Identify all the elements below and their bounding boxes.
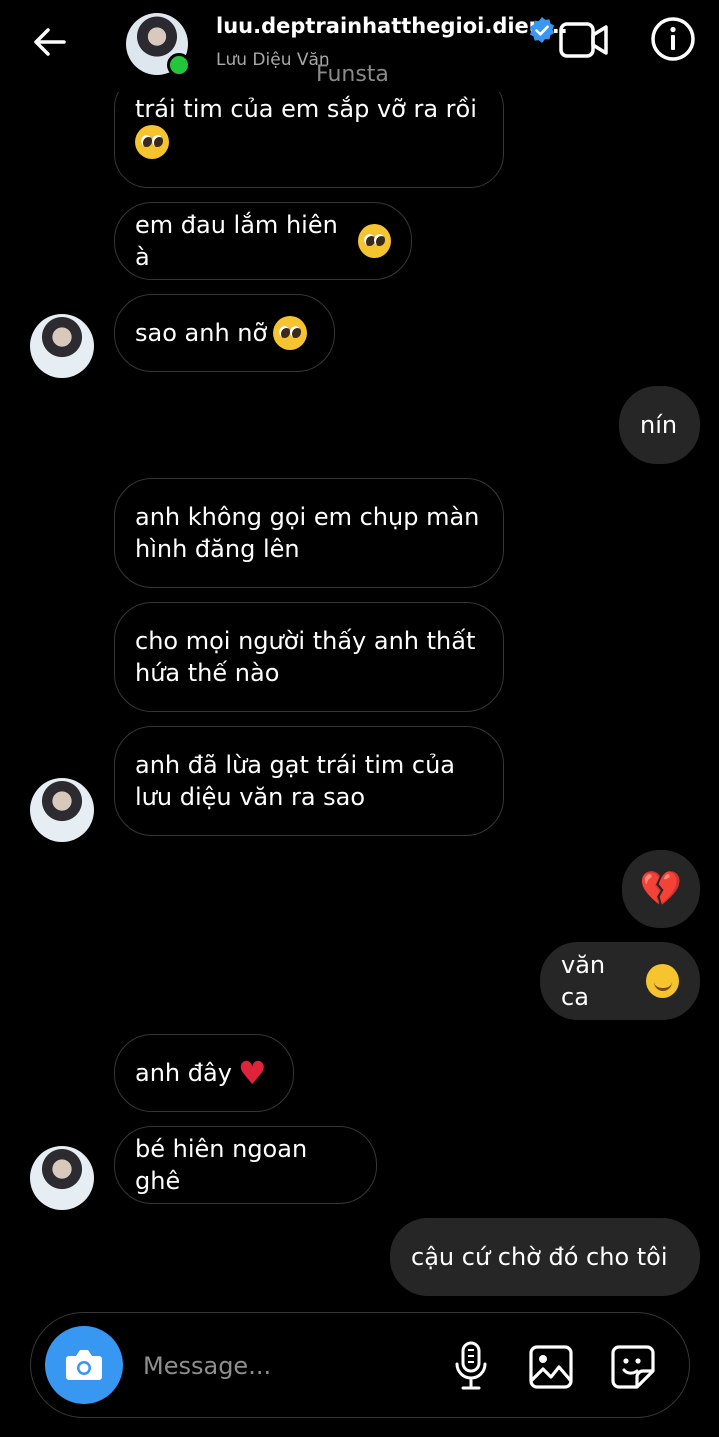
verified-badge-icon	[529, 17, 555, 43]
microphone-icon[interactable]	[449, 1340, 493, 1392]
video-call-icon[interactable]	[558, 18, 610, 62]
message-bubble-received[interactable]: cho mọi người thấy anh thất hứa thế nào	[114, 602, 504, 712]
info-icon[interactable]	[650, 16, 696, 62]
message-bubble-received[interactable]: anh không gọi em chụp màn hình đăng lên	[114, 478, 504, 588]
message-text: bé hiên ngoan ghê	[135, 1135, 308, 1195]
sender-avatar[interactable]	[30, 778, 94, 842]
message-text: anh đã lừa gạt trái tim của lưu diệu văn…	[135, 751, 456, 811]
watermark-text: Funsta	[316, 62, 389, 87]
smiling-face-emoji	[646, 964, 679, 998]
message-bubble-sent[interactable]: 💔	[622, 850, 700, 928]
message-bubble-sent[interactable]: nín	[619, 386, 700, 464]
contact-username[interactable]: luu.deptrainhatthegioi.dieu...	[216, 14, 568, 38]
message-composer	[30, 1312, 690, 1418]
red-heart-emoji: ♥	[237, 1054, 267, 1092]
message-bubble-sent[interactable]: cậu cứ chờ đó cho tôi	[390, 1218, 700, 1296]
pleading-face-emoji	[273, 316, 308, 350]
message-text: trái tim của em sắp vỡ ra rồi	[135, 93, 477, 159]
message-text: anh đây	[135, 1059, 232, 1087]
message-bubble-sent[interactable]: văn ca	[540, 942, 700, 1020]
back-arrow-icon[interactable]	[28, 20, 72, 64]
gallery-icon[interactable]	[527, 1343, 575, 1391]
message-bubble-received[interactable]: anh đã lừa gạt trái tim của lưu diệu văn…	[114, 726, 504, 836]
message-bubble-received[interactable]: sao anh nỡ	[114, 294, 335, 372]
broken-heart-emoji: 💔	[639, 869, 683, 909]
message-text: cho mọi người thấy anh thất hứa thế nào	[135, 627, 476, 687]
message-text: nín	[640, 411, 678, 439]
message-bubble-received[interactable]: anh đây ♥	[114, 1034, 294, 1112]
message-text: cậu cứ chờ đó cho tôi	[411, 1243, 668, 1271]
pleading-face-emoji	[135, 125, 169, 159]
camera-button[interactable]	[45, 1326, 123, 1404]
pleading-face-emoji	[358, 224, 391, 258]
camera-icon	[66, 1350, 102, 1380]
message-text: sao anh nỡ	[135, 319, 268, 347]
chat-header: luu.deptrainhatthegioi.dieu... Lưu Diệu …	[0, 0, 719, 92]
message-bubble-received[interactable]: em đau lắm hiên à	[114, 202, 412, 280]
message-text: em đau lắm hiên à	[135, 211, 338, 271]
message-text: văn ca	[561, 951, 606, 1011]
message-text: anh không gọi em chụp màn hình đăng lên	[135, 503, 480, 563]
contact-real-name: Lưu Diệu Văn	[216, 50, 330, 70]
contact-avatar[interactable]	[126, 13, 191, 77]
message-bubble-received[interactable]: bé hiên ngoan ghê	[114, 1126, 377, 1204]
sender-avatar[interactable]	[30, 314, 94, 378]
sender-avatar[interactable]	[30, 1146, 94, 1210]
online-status-dot	[167, 53, 191, 77]
message-input[interactable]	[143, 1349, 423, 1383]
sticker-icon[interactable]	[609, 1343, 657, 1391]
